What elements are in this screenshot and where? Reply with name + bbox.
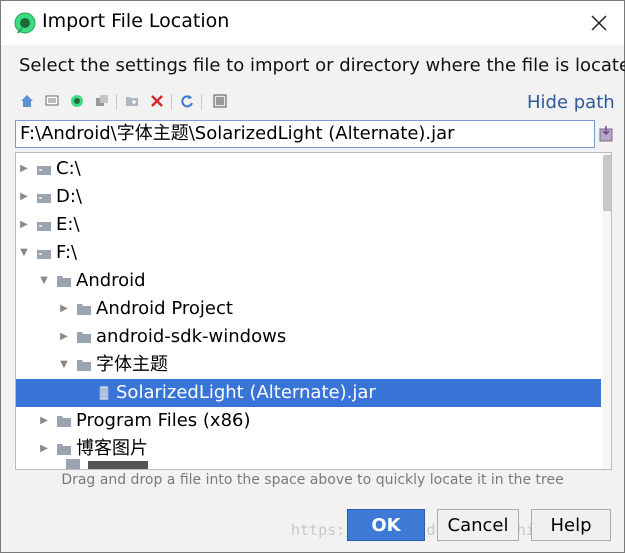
delete-icon[interactable] xyxy=(148,92,166,110)
cancel-button[interactable]: Cancel xyxy=(437,509,519,541)
collapsed-arrow-icon[interactable]: ▶ xyxy=(18,211,30,239)
drag-drop-hint: Drag and drop a file into the space abov… xyxy=(61,472,564,488)
toolbar-separator xyxy=(201,94,202,110)
tree-row-label: C:\ xyxy=(56,158,81,179)
tree-row-label: Android Project xyxy=(96,298,233,319)
tree-row[interactable]: ▼ Android xyxy=(16,267,601,295)
collapsed-arrow-icon[interactable]: ▶ xyxy=(38,407,50,435)
tree-row-label: Program Files (x86) xyxy=(76,410,251,431)
close-icon[interactable] xyxy=(589,13,609,33)
folder-icon xyxy=(57,276,71,287)
tree-row[interactable]: ▶ android-sdk-windows xyxy=(16,323,601,351)
path-input[interactable]: F:\Android\字体主题\SolarizedLight (Alternat… xyxy=(15,120,595,148)
import-file-location-dialog: Import File Location Select the settings… xyxy=(0,0,625,553)
expanded-arrow-icon[interactable]: ▼ xyxy=(38,267,50,295)
show-hidden-icon[interactable] xyxy=(211,92,229,110)
tree-row[interactable]: ▶ Android Project xyxy=(16,295,601,323)
dialog-body: Select the settings file to import or di… xyxy=(1,45,625,552)
folder-icon xyxy=(57,416,71,427)
folder-icon xyxy=(77,360,91,371)
home-icon[interactable] xyxy=(18,92,36,110)
collapsed-arrow-icon[interactable]: ▶ xyxy=(58,295,70,323)
tree-scrollbar[interactable] xyxy=(603,153,611,469)
new-folder-icon[interactable] xyxy=(123,92,141,110)
expanded-arrow-icon[interactable]: ▼ xyxy=(18,239,30,267)
help-button[interactable]: Help xyxy=(531,509,611,541)
module-icon[interactable] xyxy=(93,92,111,110)
collapsed-arrow-icon[interactable]: ▶ xyxy=(58,323,70,351)
tree-row-label: F:\ xyxy=(56,242,78,263)
tree-row-label: D:\ xyxy=(56,186,82,207)
toolbar-separator xyxy=(171,94,172,110)
collapsed-arrow-icon[interactable]: ▶ xyxy=(18,183,30,211)
tree-row-label: android-sdk-windows xyxy=(96,326,287,347)
tree-row-label: 字体主题 xyxy=(96,354,168,375)
tree-row[interactable]: ▼ F:\ xyxy=(16,239,601,267)
tree-row[interactable]: ▶ Program Files (x86) xyxy=(16,407,601,435)
tree-row[interactable]: ▶ E:\ xyxy=(16,211,601,239)
tree-row-label: SolarizedLight (Alternate).jar xyxy=(116,382,376,403)
drive-icon xyxy=(37,166,51,175)
file-tree[interactable]: ▶ C:\ ▶ D:\ ▶ E:\ ▼ F:\ ▼ Android ▶ Android Project… xyxy=(15,152,612,470)
folder-icon xyxy=(77,304,91,315)
tree-row[interactable]: SolarizedLight (Alternate).jar xyxy=(16,379,601,407)
expanded-arrow-icon[interactable]: ▼ xyxy=(58,351,70,379)
tree-row[interactable]: ▶ D:\ xyxy=(16,183,601,211)
drive-icon xyxy=(37,250,51,259)
android-studio-icon xyxy=(14,12,36,34)
import-icon[interactable] xyxy=(599,125,613,142)
toolbar-separator xyxy=(116,94,117,110)
tree-row[interactable]: ▼ 字体主题 xyxy=(16,351,601,379)
drive-icon xyxy=(37,222,51,231)
drive-icon xyxy=(37,194,51,203)
tree-row-label: Android xyxy=(76,270,146,291)
tree-row[interactable]: ▶ C:\ xyxy=(16,155,601,183)
folder-icon xyxy=(77,332,91,343)
window-title: Import File Location xyxy=(42,10,230,32)
scrollbar-thumb[interactable] xyxy=(603,155,611,211)
instruction-text: Select the settings file to import or di… xyxy=(19,55,625,76)
title-bar: Import File Location xyxy=(1,1,624,45)
jar-file-icon xyxy=(99,386,109,400)
collapsed-arrow-icon[interactable]: ▶ xyxy=(38,435,50,463)
desktop-icon[interactable] xyxy=(43,92,61,110)
tree-row-label: E:\ xyxy=(56,214,80,235)
ok-button[interactable]: OK xyxy=(347,509,425,541)
hide-path-link[interactable]: Hide path xyxy=(527,92,615,113)
clipped-tree-row xyxy=(66,453,166,469)
collapsed-arrow-icon[interactable]: ▶ xyxy=(18,155,30,183)
project-icon[interactable] xyxy=(68,92,86,110)
refresh-icon[interactable] xyxy=(178,92,196,110)
